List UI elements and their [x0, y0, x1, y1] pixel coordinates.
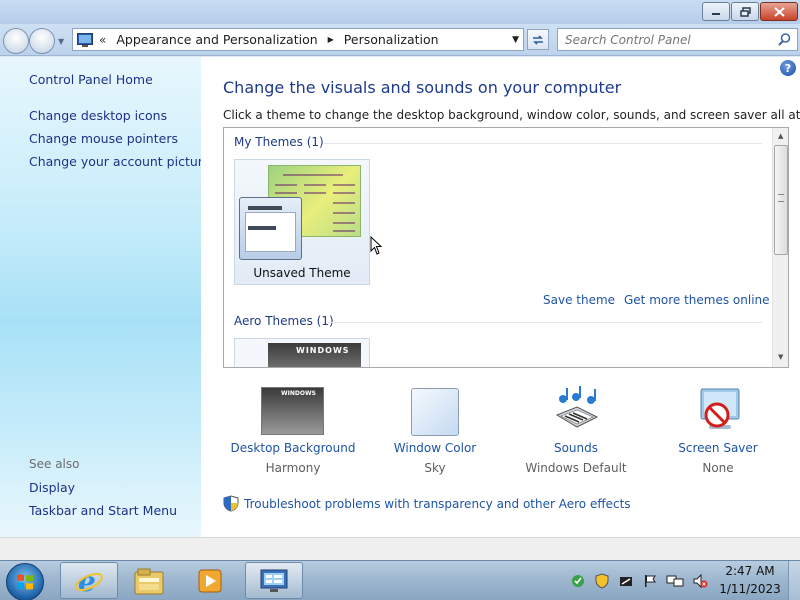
- close-icon: [773, 6, 785, 17]
- troubleshoot-label[interactable]: Troubleshoot problems with transparency …: [244, 497, 631, 511]
- display-link[interactable]: Display: [29, 480, 75, 495]
- change-account-picture-link[interactable]: Change your account picture: [29, 154, 201, 169]
- window-titlebar: [0, 0, 800, 24]
- change-desktop-icons-link[interactable]: Change desktop icons: [29, 108, 167, 123]
- main-content: ? Change the visuals and sounds on your …: [201, 57, 800, 537]
- shield-icon: [223, 495, 239, 512]
- address-overflow-chevron[interactable]: «: [99, 33, 106, 47]
- clock-time[interactable]: 2:47 AM: [720, 564, 780, 578]
- taskbar-start-menu-link[interactable]: Taskbar and Start Menu: [29, 503, 177, 518]
- taskbar-windows-explorer[interactable]: [120, 562, 178, 599]
- unsaved-theme-label: Unsaved Theme: [253, 266, 351, 280]
- page-subtitle: Click a theme to change the desktop back…: [223, 108, 800, 122]
- page-title: Change the visuals and sounds on your co…: [223, 78, 622, 97]
- back-button[interactable]: [3, 28, 29, 54]
- breadcrumb-arrow-icon[interactable]: ▶: [328, 35, 334, 44]
- theme-thumbnail: WINDOWS: [268, 343, 361, 367]
- show-desktop-button[interactable]: [788, 561, 800, 600]
- control-panel-icon: [77, 32, 93, 47]
- clock-date[interactable]: 1/11/2023: [716, 582, 784, 596]
- sounds-icon: [555, 386, 599, 428]
- group-divider: [324, 143, 762, 144]
- window-color-label[interactable]: Window Color: [360, 441, 510, 455]
- maximize-button[interactable]: [731, 2, 759, 21]
- group-divider: [328, 322, 762, 323]
- desktop-background-icon: WINDOWS: [261, 387, 324, 435]
- status-bar: [0, 537, 800, 560]
- change-mouse-pointers-link[interactable]: Change mouse pointers: [29, 131, 178, 146]
- themes-scrollbar[interactable]: ▲ ▼: [772, 128, 788, 367]
- start-button[interactable]: [6, 563, 44, 600]
- taskbar-media-player[interactable]: [181, 562, 239, 599]
- screen-saver-value: None: [702, 461, 734, 475]
- action-center-shield-icon[interactable]: [594, 573, 610, 589]
- window-color-value: Sky: [424, 461, 446, 475]
- get-more-themes-link[interactable]: Get more themes online: [624, 293, 770, 307]
- unsaved-theme-tile[interactable]: Unsaved Theme: [234, 159, 370, 285]
- security-tray-icon[interactable]: [570, 573, 586, 589]
- internet-explorer-icon: e: [75, 565, 103, 597]
- refresh-button[interactable]: [527, 29, 549, 50]
- help-button[interactable]: ?: [780, 60, 796, 76]
- my-themes-group-label[interactable]: My Themes (1): [234, 135, 324, 149]
- address-bar[interactable]: « Appearance and Personalization ▶ Perso…: [72, 28, 524, 51]
- taskbar-control-panel[interactable]: [245, 562, 303, 599]
- restore-icon: [739, 6, 751, 17]
- media-player-icon: [198, 569, 222, 592]
- aero-themes-group-label[interactable]: Aero Themes (1): [234, 314, 334, 328]
- volume-muted-icon[interactable]: [692, 573, 708, 589]
- minimize-button[interactable]: [702, 2, 730, 21]
- aero-theme-tile[interactable]: WINDOWS: [234, 338, 370, 367]
- flag-icon[interactable]: [642, 573, 658, 589]
- window-color-preview: [239, 197, 302, 260]
- scroll-down-icon[interactable]: ▼: [778, 353, 783, 361]
- navigation-bar: ▼ « Appearance and Personalization ▶ Per…: [0, 24, 800, 56]
- screen-saver-label[interactable]: Screen Saver: [643, 441, 793, 455]
- scroll-up-icon[interactable]: ▲: [778, 132, 783, 140]
- left-pane: Control Panel Home Change desktop icons …: [0, 57, 201, 537]
- network-icon[interactable]: [666, 573, 684, 589]
- close-button[interactable]: [760, 2, 798, 21]
- windows-explorer-icon: [134, 568, 164, 594]
- control-panel-home-link[interactable]: Control Panel Home: [29, 72, 153, 87]
- search-box[interactable]: [557, 28, 798, 51]
- desktop-background-value: Harmony: [265, 461, 321, 475]
- see-also-heading: See also: [29, 457, 80, 471]
- sounds-label[interactable]: Sounds: [501, 441, 651, 455]
- forward-button[interactable]: [29, 28, 55, 54]
- control-panel-icon: [260, 569, 288, 592]
- minimize-icon: [712, 12, 720, 15]
- breadcrumb-appearance[interactable]: Appearance and Personalization: [116, 32, 317, 47]
- desktop-background-label[interactable]: Desktop Background: [218, 441, 368, 455]
- recent-pages-button[interactable]: ▼: [58, 37, 64, 46]
- screen-saver-icon: [700, 388, 740, 429]
- thumbnail-banner: WINDOWS: [281, 390, 316, 397]
- mouse-cursor-icon: [370, 236, 383, 255]
- troubleshoot-link[interactable]: Troubleshoot problems with transparency …: [223, 495, 631, 512]
- thumbnail-banner: WINDOWS: [296, 346, 350, 355]
- breadcrumb-personalization[interactable]: Personalization: [344, 32, 439, 47]
- search-input[interactable]: [558, 29, 768, 50]
- search-icon[interactable]: [777, 32, 792, 47]
- refresh-icon: [533, 34, 543, 45]
- sounds-value: Windows Default: [525, 461, 627, 475]
- save-theme-link[interactable]: Save theme: [543, 293, 615, 307]
- taskbar-internet-explorer[interactable]: e: [60, 562, 118, 599]
- tray-app-icon[interactable]: [618, 573, 634, 589]
- scrollbar-thumb[interactable]: [774, 145, 788, 255]
- address-dropdown-icon[interactable]: ▼: [512, 35, 519, 45]
- window-color-icon: [411, 388, 459, 436]
- themes-list[interactable]: My Themes (1) Unsaved Theme Save theme G…: [223, 127, 789, 368]
- windows-logo-icon: [17, 574, 33, 590]
